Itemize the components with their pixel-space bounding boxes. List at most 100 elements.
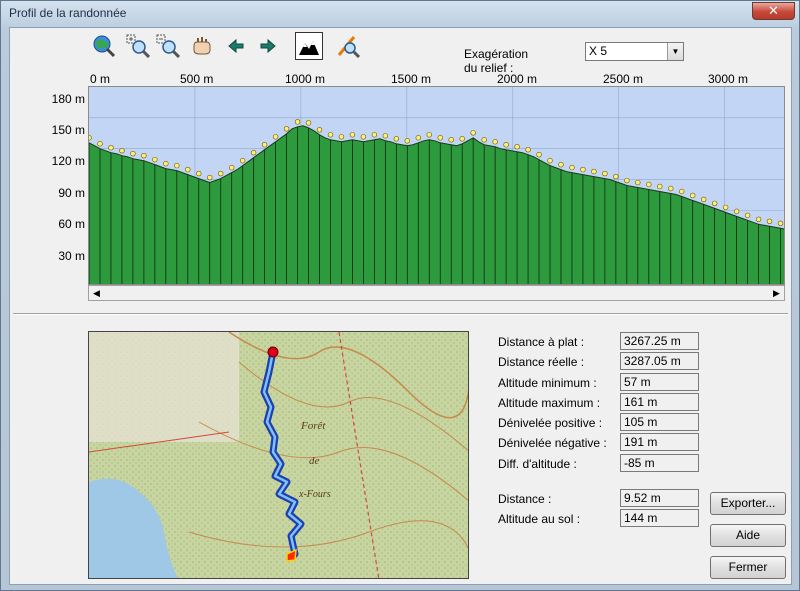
stat-real-distance-value: 3287.05 m xyxy=(620,352,699,370)
waypoint-marker xyxy=(744,212,751,219)
waypoint-marker xyxy=(711,200,718,207)
measure-icon[interactable] xyxy=(334,32,362,60)
route-map[interactable]: Forêt de x-Fours xyxy=(88,331,469,579)
y-tick-label: 180 m xyxy=(51,92,85,106)
arrow-left-icon[interactable] xyxy=(222,32,250,60)
stat-positive-gain-label: Dénivelée positive : xyxy=(498,416,603,430)
help-button[interactable]: Aide xyxy=(710,524,786,547)
map-label-place: x-Fours xyxy=(298,489,331,500)
relief-exaggeration-select[interactable]: X 5 ▼ xyxy=(585,42,684,61)
stat-altitude-diff-value: -85 m xyxy=(620,454,699,472)
waypoint-marker xyxy=(349,132,356,138)
x-tick-label: 1000 m xyxy=(285,72,326,86)
waypoint-marker xyxy=(250,149,257,156)
stat-min-altitude-label: Altitude minimum : xyxy=(498,376,597,390)
client-area: Exagération du relief : X 5 ▼ 0 m 500 m … xyxy=(9,27,792,585)
relief-exaggeration-value: X 5 xyxy=(589,44,608,58)
globe-search-icon[interactable] xyxy=(90,32,118,60)
stat-altitude-diff-label: Diff. d'altitude : xyxy=(498,457,577,471)
waypoint-marker xyxy=(119,147,125,154)
terrain-view-icon[interactable] xyxy=(295,32,323,60)
cursor-distance-label: Distance : xyxy=(498,492,552,506)
waypoint-marker xyxy=(316,127,323,133)
x-tick-label: 2500 m xyxy=(603,72,644,86)
scroll-right-icon[interactable]: ▶ xyxy=(769,286,784,300)
waypoint-marker xyxy=(492,139,498,145)
title-bar[interactable]: Profil de la randonnée ✕ xyxy=(1,1,799,27)
stat-min-altitude-value: 57 m xyxy=(620,373,699,391)
stat-flat-distance-value: 3267.25 m xyxy=(620,332,699,350)
waypoint-marker xyxy=(371,132,378,138)
arrow-right-icon[interactable] xyxy=(254,32,282,60)
waypoint-marker xyxy=(470,130,476,136)
waypoint-marker xyxy=(733,208,740,215)
zoom-in-icon[interactable] xyxy=(124,32,152,60)
x-tick-label: 0 m xyxy=(90,72,111,86)
waypoint-marker xyxy=(327,132,334,138)
waypoint-marker xyxy=(382,133,389,139)
y-tick-label: 60 m xyxy=(58,217,85,231)
waypoint-marker xyxy=(305,120,312,126)
window-close-button[interactable]: ✕ xyxy=(752,2,795,20)
start-marker xyxy=(267,346,279,358)
waypoint-marker xyxy=(624,177,630,184)
waypoint-marker xyxy=(97,141,103,147)
waypoint-marker xyxy=(261,142,268,148)
waypoint-marker xyxy=(646,181,652,188)
waypoint-marker xyxy=(174,162,180,169)
profile-horizontal-scrollbar[interactable]: ◀ ▶ xyxy=(88,285,785,301)
waypoint-marker xyxy=(185,166,191,173)
waypoint-marker xyxy=(283,126,290,132)
scroll-left-icon[interactable]: ◀ xyxy=(89,286,104,300)
stat-flat-distance-label: Distance à plat : xyxy=(498,335,585,349)
waypoint-marker xyxy=(514,144,520,150)
waypoint-marker xyxy=(547,157,553,164)
waypoint-marker xyxy=(635,179,641,186)
waypoint-marker xyxy=(415,135,421,141)
stat-max-altitude-value: 161 m xyxy=(620,393,699,411)
waypoint-marker xyxy=(360,134,367,140)
waypoint-marker xyxy=(602,170,608,177)
close-button[interactable]: Fermer xyxy=(710,556,786,579)
waypoint-marker xyxy=(130,150,136,157)
x-tick-label: 1500 m xyxy=(391,72,432,86)
map-label-de: de xyxy=(309,455,320,467)
elevation-profile[interactable] xyxy=(88,86,785,285)
export-button[interactable]: Exporter... xyxy=(710,492,786,515)
stat-real-distance-label: Distance réelle : xyxy=(498,355,585,369)
waypoint-marker xyxy=(404,138,411,144)
waypoint-marker xyxy=(755,216,762,223)
relief-exaggeration-label: Exagération du relief : xyxy=(464,47,529,75)
pan-hand-icon[interactable] xyxy=(188,32,216,60)
waypoint-marker xyxy=(239,157,246,164)
waypoint-marker xyxy=(525,146,531,153)
waypoint-marker xyxy=(228,164,235,171)
waypoint-marker xyxy=(207,174,213,181)
waypoint-marker xyxy=(503,142,509,148)
waypoint-marker xyxy=(613,173,619,180)
route-map-graphic: Forêt de x-Fours xyxy=(89,332,468,578)
waypoint-marker xyxy=(163,160,169,167)
waypoint-marker xyxy=(459,136,465,142)
waypoint-marker xyxy=(766,218,773,225)
waypoint-marker xyxy=(536,151,542,158)
chevron-down-icon[interactable]: ▼ xyxy=(667,43,683,60)
waypoint-marker xyxy=(272,134,279,140)
waypoint-marker xyxy=(218,170,224,177)
waypoint-marker xyxy=(89,135,92,141)
stat-positive-gain-value: 105 m xyxy=(620,413,699,431)
waypoint-marker xyxy=(722,204,729,211)
elevation-area xyxy=(89,125,784,284)
x-tick-label: 2000 m xyxy=(497,72,538,86)
waypoint-marker xyxy=(481,137,487,143)
y-tick-label: 90 m xyxy=(58,186,85,200)
map-label-forest: Forêt xyxy=(300,420,326,432)
waypoint-marker xyxy=(426,132,432,138)
stat-max-altitude-label: Altitude maximum : xyxy=(498,396,601,410)
zoom-out-icon[interactable] xyxy=(154,32,182,60)
window-title: Profil de la randonnée xyxy=(9,6,127,20)
waypoint-marker xyxy=(580,166,586,173)
waypoint-marker xyxy=(448,137,454,143)
waypoint-marker xyxy=(108,145,114,151)
waypoint-marker xyxy=(152,156,158,163)
